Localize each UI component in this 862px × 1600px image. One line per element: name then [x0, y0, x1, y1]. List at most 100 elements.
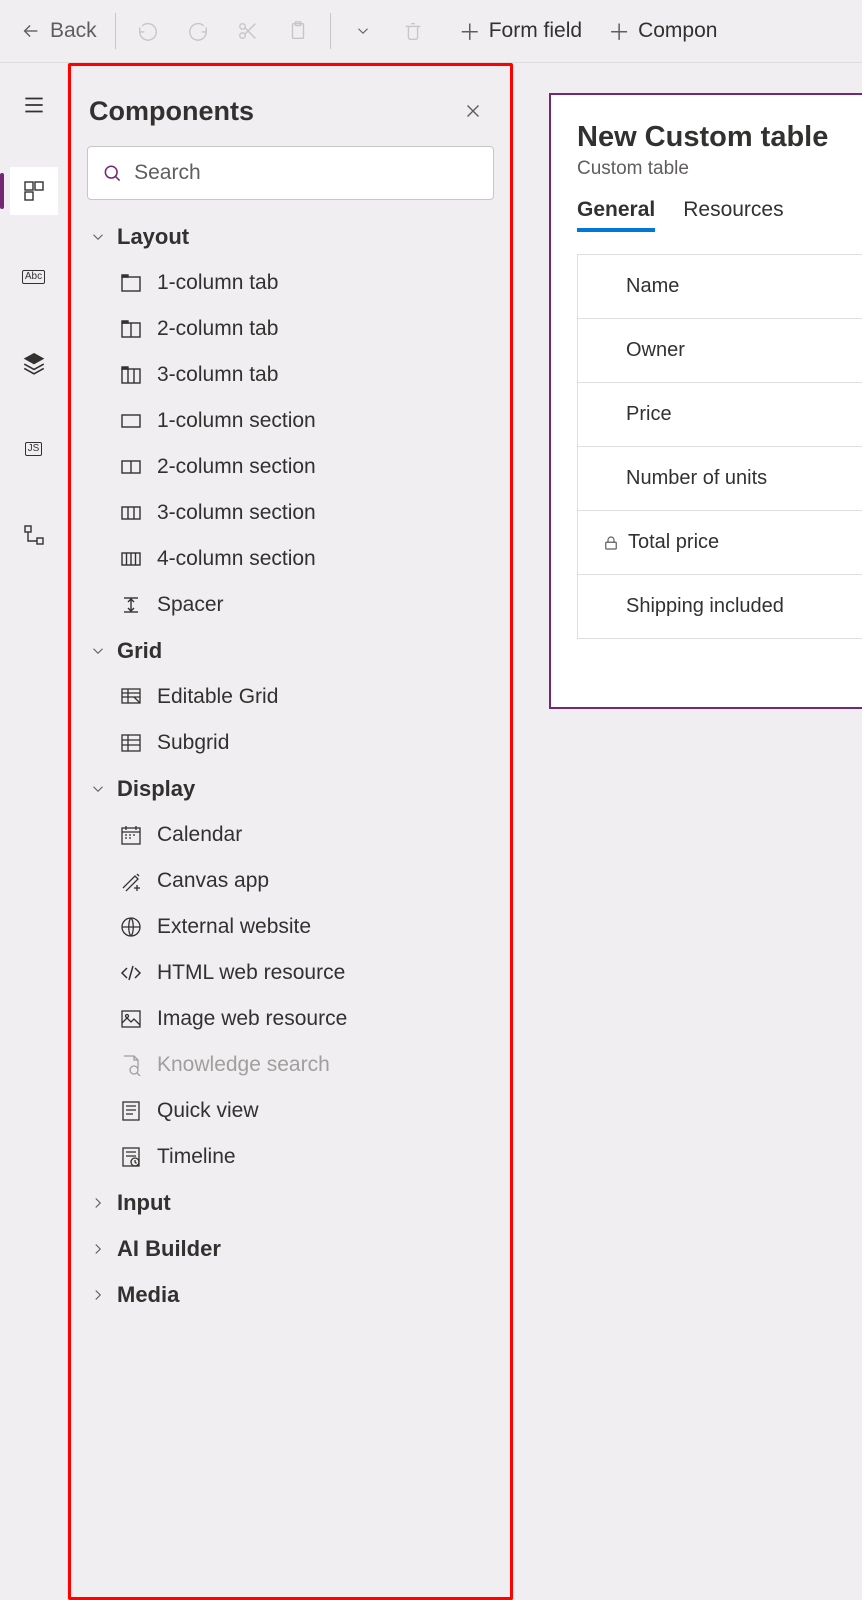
item-label: 1-column tab — [157, 271, 278, 295]
item-1-column-section[interactable]: 1-column section — [83, 398, 498, 444]
field-row[interactable]: Name — [578, 255, 862, 319]
form-field-label: Form field — [489, 19, 582, 43]
field-row[interactable]: Shipping included — [578, 575, 862, 639]
item-label: Knowledge search — [157, 1053, 330, 1077]
field-row[interactable]: Owner — [578, 319, 862, 383]
group-header-grid[interactable]: Grid — [83, 628, 498, 674]
back-label: Back — [50, 19, 97, 43]
item-3-column-section[interactable]: 3-column section — [83, 490, 498, 536]
item-calendar[interactable]: Calendar — [83, 812, 498, 858]
form-card[interactable]: New Custom table Custom table General Re… — [549, 93, 862, 709]
tab-general[interactable]: General — [577, 198, 655, 232]
rail-layers[interactable] — [10, 339, 58, 387]
field-label: Shipping included — [626, 595, 784, 618]
item-spacer[interactable]: Spacer — [83, 582, 498, 628]
field-row[interactable]: Total price — [578, 511, 862, 575]
top-toolbar: Back ＋ Form field ＋ Compon — [0, 0, 862, 63]
item-label: Image web resource — [157, 1007, 347, 1031]
two-col-sec-icon — [120, 459, 142, 475]
chevron-right-icon — [89, 1240, 107, 1258]
field-row[interactable]: Number of units — [578, 447, 862, 511]
three-col-tab-icon — [120, 365, 142, 385]
group-header-input[interactable]: Input — [83, 1180, 498, 1226]
abc-icon: Abc — [22, 270, 45, 284]
item-image-web-resource[interactable]: Image web resource — [83, 996, 498, 1042]
image-icon — [120, 1009, 142, 1029]
edit-grid-icon — [120, 687, 142, 707]
toolbar-divider — [115, 13, 116, 49]
dropdown-button[interactable] — [339, 7, 387, 55]
item-canvas-app[interactable]: Canvas app — [83, 858, 498, 904]
item-timeline[interactable]: Timeline — [83, 1134, 498, 1180]
globe-icon — [120, 916, 142, 938]
item-label: Calendar — [157, 823, 242, 847]
menu-icon — [21, 92, 47, 118]
group-header-layout[interactable]: Layout — [83, 214, 498, 260]
chevron-down-icon — [354, 22, 372, 40]
close-icon — [462, 100, 484, 122]
item-html-web-resource[interactable]: HTML web resource — [83, 950, 498, 996]
scissors-icon — [237, 20, 259, 42]
item-quick-view[interactable]: Quick view — [83, 1088, 498, 1134]
subgrid-icon — [120, 733, 142, 753]
item-1-column-tab[interactable]: 1-column tab — [83, 260, 498, 306]
hamburger-button[interactable] — [10, 81, 58, 129]
group-header-media[interactable]: Media — [83, 1272, 498, 1318]
form-subtitle: Custom table — [577, 158, 862, 180]
item-editable-grid[interactable]: Editable Grid — [83, 674, 498, 720]
add-component-button[interactable]: ＋ Compon — [596, 9, 729, 53]
left-rail: Abc JS — [0, 63, 68, 1600]
rail-abc[interactable]: Abc — [10, 253, 58, 301]
item-4-column-section[interactable]: 4-column section — [83, 536, 498, 582]
group-label: AI Builder — [117, 1236, 221, 1262]
form-canvas: New Custom table Custom table General Re… — [513, 63, 862, 1600]
item-label: Timeline — [157, 1145, 236, 1169]
rail-tree[interactable] — [10, 511, 58, 559]
form-tabs: General Resources — [577, 198, 862, 232]
search-icon — [102, 162, 122, 184]
search-box[interactable] — [87, 146, 494, 200]
chevron-down-icon — [89, 780, 107, 798]
clipboard-icon — [287, 20, 309, 42]
paste-button[interactable] — [274, 7, 322, 55]
three-col-sec-icon — [120, 505, 142, 521]
rail-components[interactable] — [10, 167, 58, 215]
add-form-field-button[interactable]: ＋ Form field — [447, 9, 594, 53]
lock-icon — [602, 534, 620, 552]
redo-button[interactable] — [174, 7, 222, 55]
form-title: New Custom table — [577, 121, 862, 154]
tab-resources[interactable]: Resources — [683, 198, 783, 232]
component-label: Compon — [638, 19, 717, 43]
group-header-display[interactable]: Display — [83, 766, 498, 812]
item-label: Canvas app — [157, 869, 269, 893]
two-col-tab-icon — [120, 319, 142, 339]
four-col-sec-icon — [120, 551, 142, 567]
item-knowledge-search: Knowledge search — [83, 1042, 498, 1088]
components-panel: Components Layout 1-column tab 2-column … — [68, 63, 513, 1600]
cut-button[interactable] — [224, 7, 272, 55]
group-label: Grid — [117, 638, 162, 664]
field-list: Name Owner Price Number of units Total p… — [577, 254, 862, 639]
plus-icon: ＋ — [459, 15, 481, 47]
group-header-ai-builder[interactable]: AI Builder — [83, 1226, 498, 1272]
item-2-column-tab[interactable]: 2-column tab — [83, 306, 498, 352]
item-label: 4-column section — [157, 547, 316, 571]
delete-button[interactable] — [389, 7, 437, 55]
close-panel-button[interactable] — [456, 94, 490, 128]
trash-icon — [402, 20, 424, 42]
item-2-column-section[interactable]: 2-column section — [83, 444, 498, 490]
item-3-column-tab[interactable]: 3-column tab — [83, 352, 498, 398]
undo-button[interactable] — [124, 7, 172, 55]
undo-icon — [137, 20, 159, 42]
knowledge-icon — [120, 1054, 142, 1076]
item-label: Spacer — [157, 593, 224, 617]
one-col-tab-icon — [120, 273, 142, 293]
field-row[interactable]: Price — [578, 383, 862, 447]
code-icon — [120, 962, 142, 984]
search-input[interactable] — [134, 161, 479, 185]
back-button[interactable]: Back — [10, 13, 107, 49]
item-external-website[interactable]: External website — [83, 904, 498, 950]
item-subgrid[interactable]: Subgrid — [83, 720, 498, 766]
rail-js[interactable]: JS — [10, 425, 58, 473]
chevron-down-icon — [89, 228, 107, 246]
